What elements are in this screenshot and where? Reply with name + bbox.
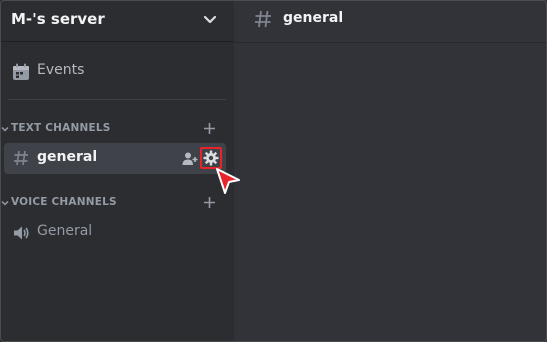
chat-header: general bbox=[234, 0, 547, 43]
divider bbox=[8, 99, 226, 100]
chevron-down-icon bbox=[1, 126, 9, 132]
calendar-icon bbox=[13, 63, 29, 80]
channel-item-general[interactable]: general bbox=[4, 143, 226, 174]
cursor-icon bbox=[216, 168, 240, 194]
speaker-icon bbox=[14, 226, 29, 240]
server-header[interactable]: M-'s server bbox=[0, 0, 234, 42]
chevron-down-icon[interactable] bbox=[200, 10, 220, 30]
hash-icon bbox=[14, 150, 28, 166]
events-label: Events bbox=[37, 62, 85, 78]
events-item[interactable]: Events bbox=[12, 61, 212, 83]
category-label: VOICE CHANNELS bbox=[11, 196, 117, 208]
plus-icon[interactable] bbox=[203, 196, 216, 209]
chevron-down-icon bbox=[1, 200, 9, 206]
channel-label: general bbox=[37, 149, 98, 165]
gear-icon[interactable] bbox=[203, 150, 219, 166]
plus-icon[interactable] bbox=[203, 122, 216, 135]
channel-sidebar: M-'s server Events TEXT CHANNELS general… bbox=[0, 0, 240, 342]
app-window: M-'s server Events TEXT CHANNELS general… bbox=[0, 0, 547, 342]
voice-channel-general[interactable]: General bbox=[4, 219, 226, 247]
hash-icon bbox=[255, 10, 271, 28]
chat-header-title: general bbox=[283, 10, 344, 26]
category-label: TEXT CHANNELS bbox=[11, 122, 111, 134]
invite-icon[interactable] bbox=[182, 151, 198, 167]
category-voice-channels[interactable]: VOICE CHANNELS bbox=[0, 195, 234, 211]
category-text-channels[interactable]: TEXT CHANNELS bbox=[0, 121, 234, 137]
server-name: M-'s server bbox=[11, 10, 105, 28]
voice-channel-label: General bbox=[37, 223, 93, 239]
